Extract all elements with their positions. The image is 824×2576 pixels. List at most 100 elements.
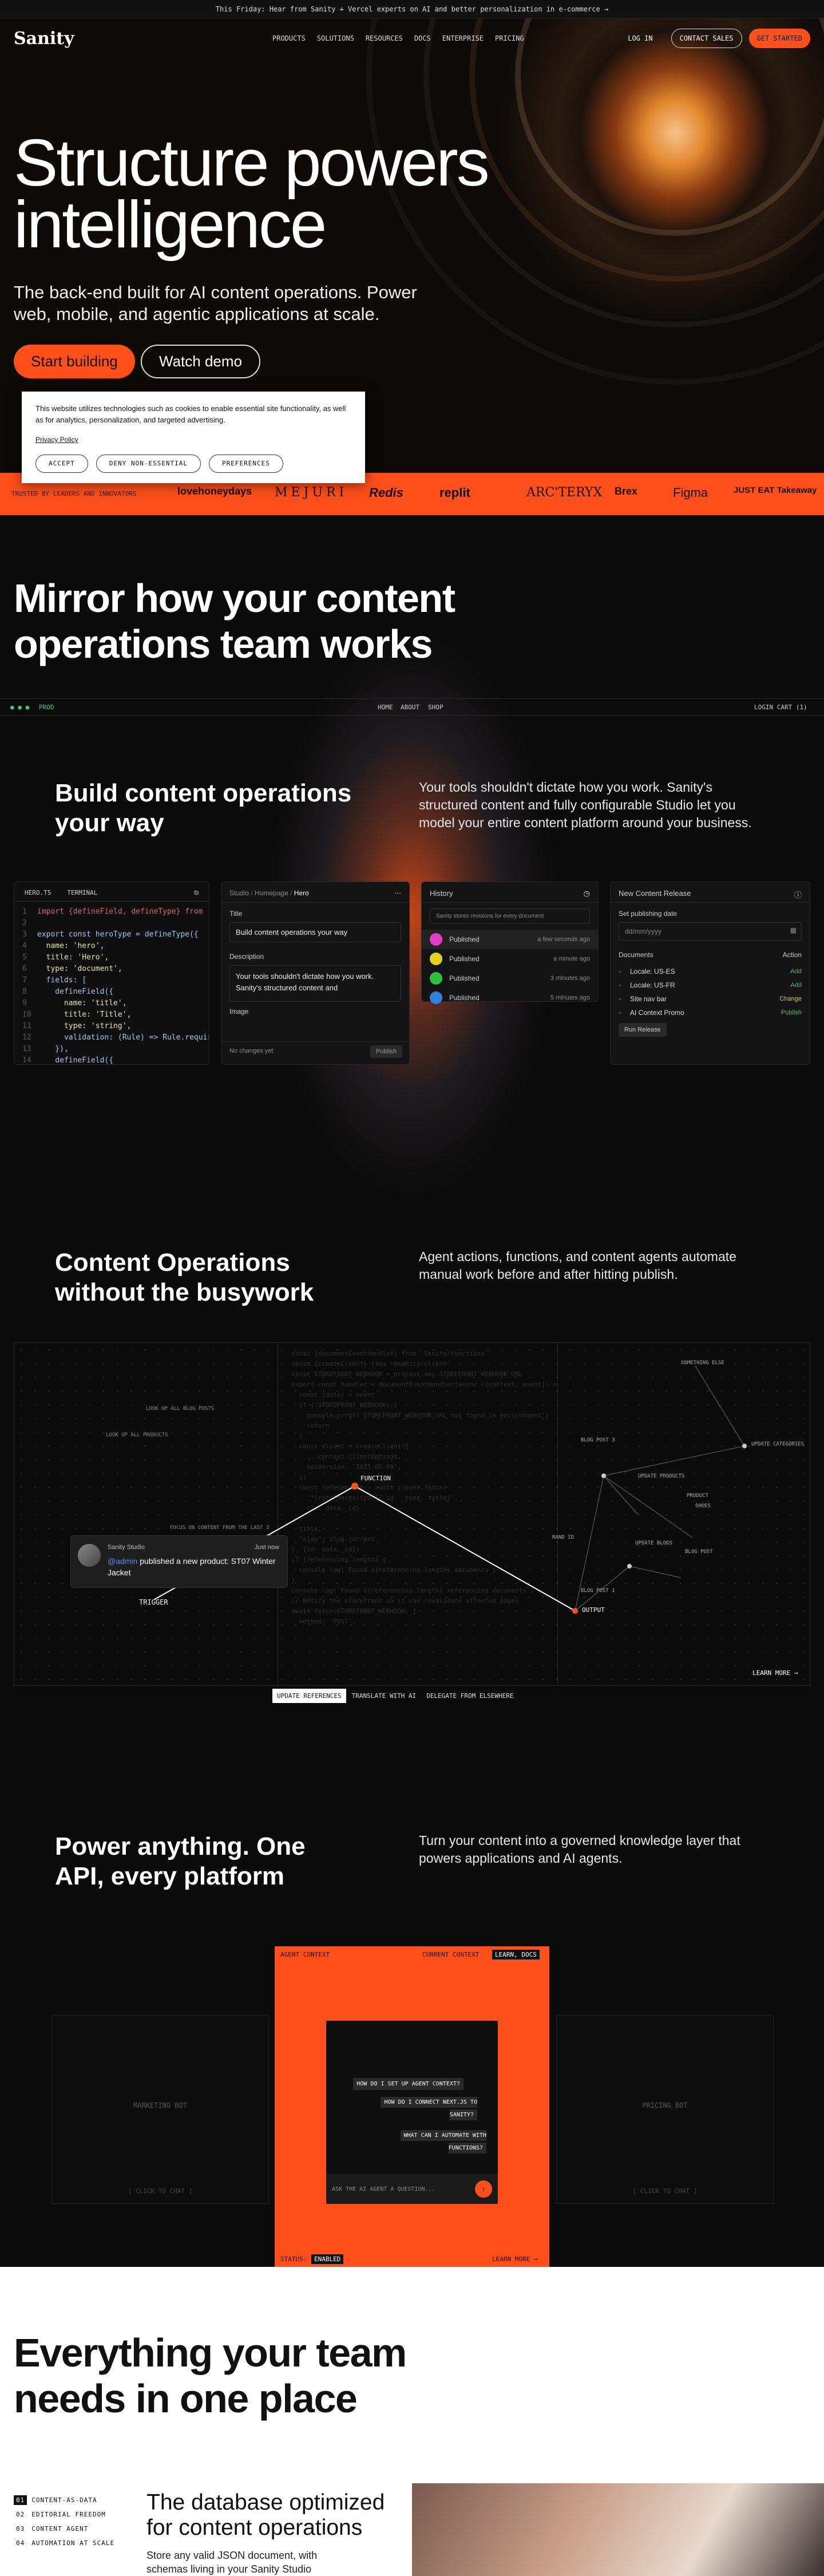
sanity-logo[interactable]: Sanity	[14, 29, 74, 49]
release-row[interactable]: ◦ AI Context Promo Publish	[619, 1006, 802, 1020]
avatar	[78, 1544, 101, 1567]
nav-link-solutions[interactable]: SOLUTIONS	[317, 34, 354, 42]
login-link[interactable]: LOG IN	[628, 34, 652, 42]
hero-title: Structure powers intelligence	[14, 125, 490, 262]
history-avatar	[430, 991, 442, 1004]
calendar-icon[interactable]: ▦	[790, 926, 797, 934]
announcement-text[interactable]: This Friday: Hear from Sanity + Vercel e…	[216, 5, 608, 13]
date-input[interactable]: dd/mm/yyyy ▦	[619, 922, 802, 941]
question-2[interactable]: HOW DO I CONNECT NEXT.JS TO SANITY?	[363, 2096, 477, 2121]
release-row[interactable]: ◦ Locale: US-ES Add	[619, 965, 802, 978]
release-action[interactable]: Add	[790, 968, 802, 975]
agent-learn-more[interactable]: LEARN MORE →	[492, 2255, 537, 2263]
everything-title: Everything your team needs in one place	[14, 2330, 407, 2421]
question-2-text[interactable]: HOW DO I CONNECT NEXT.JS TO SANITY?	[381, 2097, 477, 2120]
marketing-click-chat[interactable]: [ CLICK TO CHAT ]	[52, 2187, 268, 2195]
history-item-time: a few seconds ago	[537, 936, 590, 943]
feature-list-item[interactable]: 01 CONTENT-AS-DATA	[14, 2493, 128, 2507]
start-building-button[interactable]: Start building	[14, 345, 135, 378]
browser-link-home[interactable]: HOME	[378, 704, 393, 711]
label-product: PRODUCT	[687, 1493, 708, 1499]
code-line: 1 import {defineField, defineType} from '…	[22, 906, 209, 918]
history-item[interactable]: Published 5 minutes ago	[422, 988, 598, 1008]
nav-link-enterprise[interactable]: ENTERPRISE	[442, 34, 484, 42]
line-number: 4	[22, 942, 27, 950]
logo-brex: Brex	[615, 485, 638, 497]
document-icon: ◦	[619, 1009, 621, 1017]
feature-list-item[interactable]: 04 AUTOMATION AT SCALE	[14, 2536, 128, 2550]
code-text: title: 'Title',	[37, 1010, 132, 1019]
release-row[interactable]: ◦ Site nav bar Change	[619, 992, 802, 1006]
publish-button[interactable]: Publish	[370, 1045, 402, 1058]
nav-link-resources[interactable]: RESOURCES	[366, 34, 403, 42]
tab-update-references[interactable]: UPDATE REFERENCES	[272, 1689, 346, 1703]
send-arrow-icon[interactable]: ↑	[475, 2180, 492, 2198]
question-1[interactable]: HOW DO I SET UP AGENT CONTEXT?	[353, 2078, 464, 2090]
breadcrumb-studio[interactable]: Studio	[229, 889, 249, 897]
get-started-button[interactable]: GET STARTED	[748, 29, 810, 48]
release-action[interactable]: Add	[790, 982, 802, 989]
tab-delegate[interactable]: DELEGATE FROM ELSEWHERE	[422, 1689, 518, 1703]
browser-link-shop[interactable]: SHOP	[428, 704, 443, 711]
title-label: Title	[229, 910, 243, 918]
release-action[interactable]: Change	[779, 995, 802, 1002]
label-blog-post-3: BLOG POST 3	[581, 1437, 615, 1443]
feature-list-item[interactable]: 03 CONTENT AGENT	[14, 2522, 128, 2536]
cookie-preferences-button[interactable]: PREFERENCES	[208, 455, 283, 473]
feature-number: 04	[16, 2539, 25, 2547]
watch-demo-button[interactable]: Watch demo	[141, 345, 260, 378]
feature-number: 01	[14, 2495, 27, 2505]
release-doc-name: Site nav bar	[630, 995, 667, 1003]
privacy-policy-link[interactable]: Privacy Policy	[35, 434, 351, 445]
history-item-time: 3 minutes ago	[550, 975, 590, 982]
release-row[interactable]: ◦ Locale: US-FR Add	[619, 978, 802, 992]
question-3[interactable]: WHAT CAN I AUTOMATE WITH FUNCTIONS?	[372, 2129, 486, 2155]
copy-icon[interactable]: ⧉	[194, 889, 199, 896]
feature-number: 02	[16, 2511, 25, 2518]
code-line: 2	[22, 918, 201, 929]
cookie-accept-button[interactable]: ACCEPT	[35, 455, 88, 473]
documents-header: Documents Action	[619, 951, 802, 959]
nav-link-pricing[interactable]: PRICING	[495, 34, 524, 42]
contact-sales-button[interactable]: CONTACT SALES	[671, 29, 742, 48]
line-number: 6	[22, 965, 27, 973]
notif-app-name: Sanity Studio	[108, 1544, 145, 1551]
code-tab-terminal[interactable]: TERMINAL	[67, 889, 97, 896]
trigger-label: TRIGGER	[139, 1598, 168, 1606]
question-3-text[interactable]: WHAT CAN I AUTOMATE WITH FUNCTIONS?	[400, 2130, 486, 2154]
history-item[interactable]: Published a few seconds ago	[422, 930, 598, 949]
action-label: Action	[782, 951, 802, 959]
studio-footer: No changes yet Publish	[221, 1041, 409, 1064]
code-editor[interactable]: 1 import {defineField, defineType} from '…	[14, 902, 209, 1064]
marketing-bot-card[interactable]: MARKETING BOT [ CLICK TO CHAT ]	[52, 2015, 269, 2204]
description-field[interactable]: Your tools shouldn't dictate how you wor…	[229, 965, 401, 1002]
code-text: }),	[37, 1045, 69, 1053]
breadcrumb-homepage[interactable]: Homepage	[255, 889, 288, 897]
code-tab-hero[interactable]: HERO.TS	[25, 889, 51, 896]
nav-link-products[interactable]: PRODUCTS	[272, 34, 306, 42]
browser-login-cart[interactable]: LOGIN CART (1)	[754, 704, 807, 711]
release-action[interactable]: Publish	[781, 1009, 802, 1016]
line-number: 5	[22, 953, 27, 962]
ops-learn-more[interactable]: LEARN MORE →	[752, 1669, 798, 1677]
release-header: New Content Release ⓘ	[611, 882, 810, 903]
browser-link-about[interactable]: ABOUT	[401, 704, 419, 711]
cookie-deny-button[interactable]: DENY NON-ESSENTIAL	[96, 455, 201, 473]
history-item[interactable]: Published 3 minutes ago	[422, 969, 598, 988]
feature-list-item[interactable]: 02 EDITORIAL FREEDOM	[14, 2507, 128, 2522]
history-item[interactable]: Published a minute ago	[422, 949, 598, 969]
pricing-click-chat[interactable]: [ CLICK TO CHAT ]	[557, 2187, 773, 2195]
more-icon[interactable]: ⋯	[394, 889, 401, 897]
ask-input[interactable]: ASK THE AI AGENT A QUESTION... ↑	[326, 2174, 498, 2204]
title-field[interactable]: Build content operations your way	[229, 922, 401, 942]
run-release-button[interactable]: Run Release	[619, 1023, 667, 1037]
breadcrumb-hero[interactable]: Hero	[294, 889, 309, 897]
history-item-label: Published	[449, 994, 480, 1002]
logo-figma: Figma	[673, 485, 708, 500]
announcement-bar[interactable]: This Friday: Hear from Sanity + Vercel e…	[0, 0, 824, 18]
tab-translate-ai[interactable]: TRANSLATE WITH AI	[347, 1689, 421, 1703]
pricing-bot-card[interactable]: PRICING BOT [ CLICK TO CHAT ]	[556, 2015, 774, 2204]
feature-list: 01 CONTENT-AS-DATA 02 EDITORIAL FREEDOM 03 CO…	[14, 2493, 128, 2550]
notification-card[interactable]: Sanity Studio Just now @admin published …	[70, 1535, 288, 1588]
nav-link-docs[interactable]: DOCS	[414, 34, 431, 42]
